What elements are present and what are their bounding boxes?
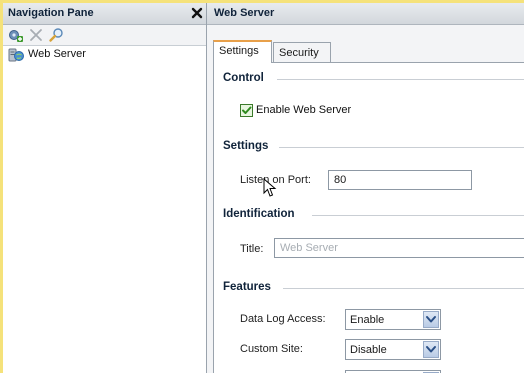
custom-site-select[interactable]: Disable — [345, 339, 441, 360]
add-server-icon[interactable] — [8, 27, 24, 43]
web-server-icon — [8, 47, 24, 63]
section-divider — [279, 147, 524, 148]
navigation-pane-title: Navigation Pane — [8, 7, 94, 19]
navigation-toolbar — [3, 25, 206, 46]
navigation-pane-header: Navigation Pane — [3, 3, 206, 25]
settings-tab-content: Control Enable Web Server Settings Liste… — [213, 62, 524, 373]
navigation-pane: Navigation Pane Web Server — [3, 3, 207, 373]
section-heading-features: Features — [223, 281, 271, 293]
main-panel: Web Server Settings Security Control Ena… — [207, 3, 524, 373]
main-panel-header: Web Server — [207, 3, 524, 25]
enable-web-server-checkbox[interactable] — [240, 104, 253, 117]
title-label: Title: — [240, 243, 264, 255]
section-heading-settings: Settings — [223, 140, 269, 152]
enable-web-server-label[interactable]: Enable Web Server — [256, 104, 351, 116]
tab-settings[interactable]: Settings — [213, 40, 272, 63]
custom-site-value: Disable — [350, 344, 387, 356]
mouse-pointer-icon — [263, 177, 277, 198]
tab-label: Security — [279, 47, 319, 59]
tab-label: Settings — [219, 45, 259, 57]
tab-security[interactable]: Security — [273, 42, 331, 62]
delete-icon[interactable] — [28, 27, 44, 43]
close-icon[interactable] — [189, 5, 205, 21]
tree-item-web-server[interactable]: Web Server — [3, 46, 206, 64]
title-input[interactable]: Web Server — [274, 238, 524, 258]
custom-site-label: Custom Site: — [240, 343, 303, 355]
section-heading-identification: Identification — [223, 208, 295, 220]
chevron-down-icon[interactable] — [423, 341, 439, 358]
section-divider — [312, 215, 524, 216]
page-title: Web Server — [214, 7, 275, 19]
section-divider — [277, 79, 524, 80]
data-log-access-label: Data Log Access: — [240, 313, 326, 325]
tree-item-label: Web Server — [28, 48, 86, 60]
listen-on-port-input[interactable]: 80 — [328, 170, 472, 190]
title-input-placeholder: Web Server — [280, 242, 338, 254]
data-log-access-value: Enable — [350, 314, 385, 326]
section-divider — [283, 288, 524, 289]
search-icon[interactable] — [48, 27, 64, 43]
web-server-config-window: Navigation Pane Web Server Web Server Se… — [3, 3, 524, 373]
data-log-access-select[interactable]: Enable — [345, 309, 441, 330]
chevron-down-icon[interactable] — [423, 311, 439, 328]
section-heading-control: Control — [223, 72, 264, 84]
